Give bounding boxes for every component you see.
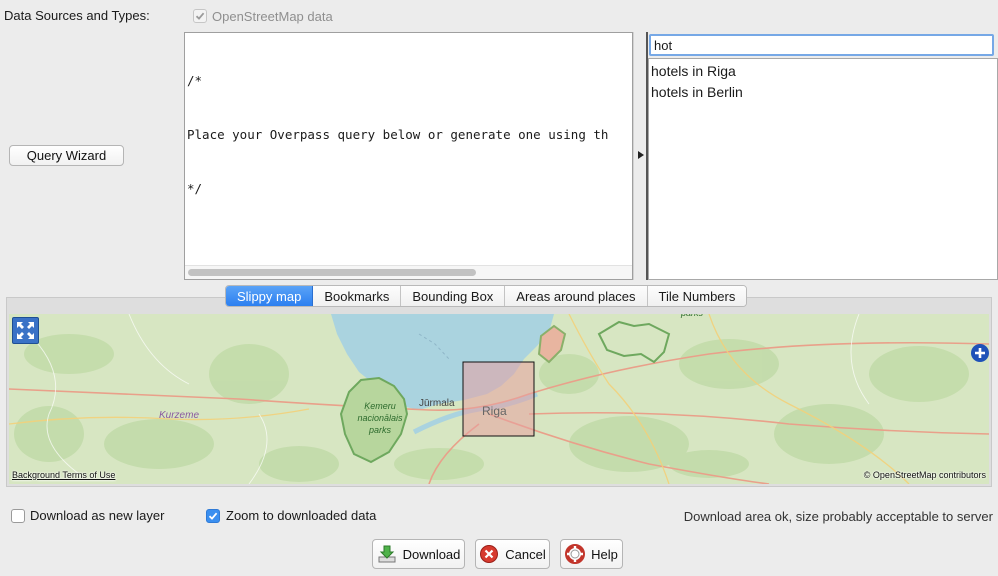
osm-data-label: OpenStreetMap data [212,9,333,24]
search-input[interactable]: hot [649,34,994,56]
download-label: Download [402,546,461,562]
map-label-riga: Riga [482,404,507,418]
history-item[interactable]: hotels in Riga [651,63,736,79]
new-layer-label: Download as new layer [30,508,165,523]
data-sources-label: Data Sources and Types: [4,8,150,23]
map-label-jurmala: Jūrmala [419,398,455,409]
map-label-kemeru-line: parks [368,425,391,435]
cancel-label: Cancel [505,546,546,562]
slippy-map[interactable]: Riga Jūrmala Kurzeme Ķemeru nacionālais … [9,314,989,484]
new-layer-checkbox[interactable] [11,509,25,523]
horizontal-scrollbar[interactable] [185,265,632,279]
tab-slippy-map[interactable]: Slippy map [226,286,314,306]
map-label-kemeru-line: Ķemeru [364,401,396,411]
expand-arrow-icon[interactable] [638,151,644,159]
download-icon [378,545,396,563]
map-attribution-right[interactable]: © OpenStreetMap contributors [864,470,986,480]
query-line: */ [187,181,203,196]
cancel-icon [480,545,499,563]
zoom-label: Zoom to downloaded data [226,508,377,523]
query-wizard-button[interactable]: Query Wizard [9,145,124,166]
query-line: Place your Overpass query below or gener… [187,127,609,142]
query-editor[interactable]: /* Place your Overpass query below or ge… [184,32,633,280]
tab-bookmarks[interactable]: Bookmarks [313,286,402,306]
help-button[interactable]: Help [560,539,623,569]
history-list[interactable]: hotels in Riga hotels in Berlin [648,58,998,280]
split-divider[interactable] [633,32,647,280]
scrollbar-thumb[interactable] [188,269,476,276]
zoom-checkbox[interactable] [206,509,220,523]
history-item[interactable]: hotels in Berlin [651,84,743,100]
status-text: Download area ok, size probably acceptab… [683,509,993,524]
map-label-kurzeme: Kurzeme [159,410,200,421]
tab-tile-numbers[interactable]: Tile Numbers [647,286,747,306]
search-value: hot [654,38,673,53]
tab-bar: Slippy map Bookmarks Bounding Box Areas … [225,285,748,307]
map-label-top: parks [681,314,703,318]
query-line: /* [187,73,203,88]
help-label: Help [591,546,618,562]
zoom-in-icon[interactable] [971,344,989,362]
cancel-button[interactable]: Cancel [475,539,550,569]
fullscreen-icon[interactable] [12,317,39,344]
map-attribution-left[interactable]: Background Terms of Use [12,470,115,480]
download-button[interactable]: Download [372,539,465,569]
map-label-kemeru: Ķemeru nacionālais parks [352,400,408,436]
lifebuoy-icon [565,544,586,564]
tab-areas-around-places[interactable]: Areas around places [505,286,648,306]
osm-data-checkbox[interactable] [193,9,207,23]
map-label-kemeru-line: nacionālais [357,413,403,423]
tab-bounding-box[interactable]: Bounding Box [401,286,506,306]
